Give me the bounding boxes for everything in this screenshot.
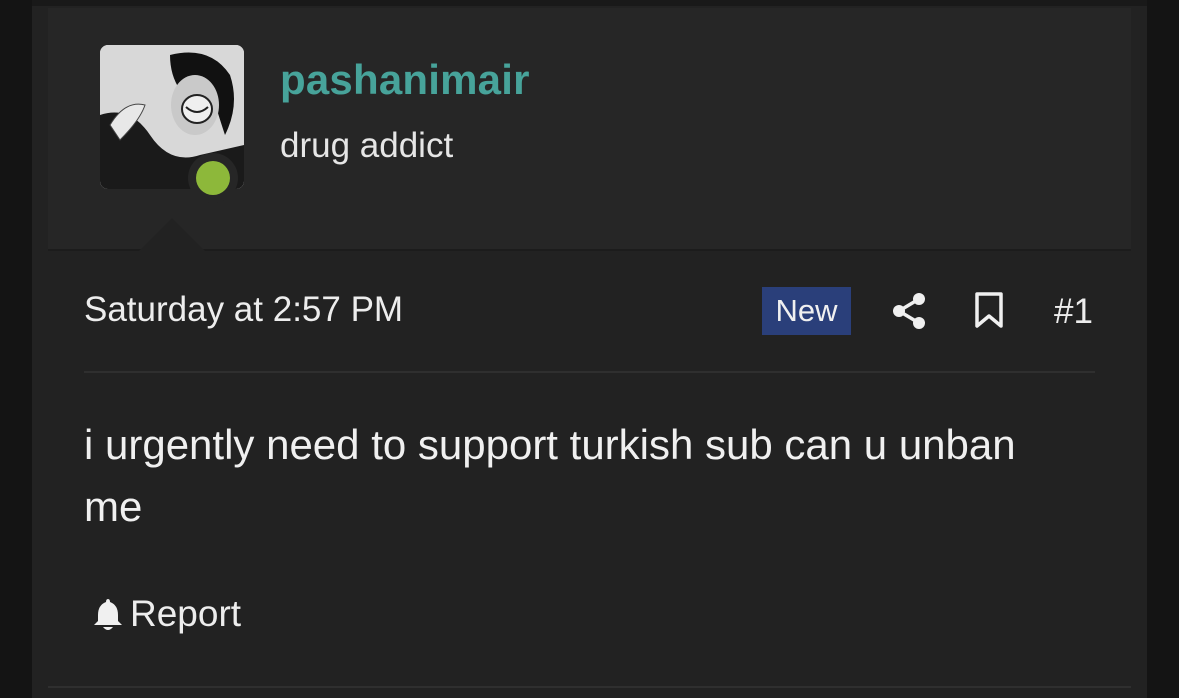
post-number-link[interactable]: #1 xyxy=(1054,292,1093,332)
user-title: drug addict xyxy=(280,126,454,165)
page: pashanimair drug addict Saturday at 2:57… xyxy=(0,0,1179,698)
post-card: pashanimair drug addict Saturday at 2:57… xyxy=(32,0,1147,698)
post-body: i urgently need to support turkish sub c… xyxy=(84,421,1016,530)
share-icon[interactable] xyxy=(892,292,926,330)
username-link[interactable]: pashanimair xyxy=(280,56,530,104)
post-top-border xyxy=(32,0,1147,6)
bell-icon xyxy=(94,599,122,630)
bookmark-icon[interactable] xyxy=(974,292,1004,328)
report-button[interactable]: Report xyxy=(92,592,241,636)
new-badge: New xyxy=(762,287,851,335)
header-pointer-arrow xyxy=(138,218,206,252)
post-divider xyxy=(84,371,1095,373)
post-bottom-border xyxy=(48,686,1131,688)
online-status-indicator xyxy=(188,153,238,203)
report-label: Report xyxy=(130,593,242,634)
online-dot-icon xyxy=(196,161,230,195)
post-date-link[interactable]: Saturday at 2:57 PM xyxy=(84,290,403,330)
user-header: pashanimair drug addict xyxy=(48,8,1131,252)
